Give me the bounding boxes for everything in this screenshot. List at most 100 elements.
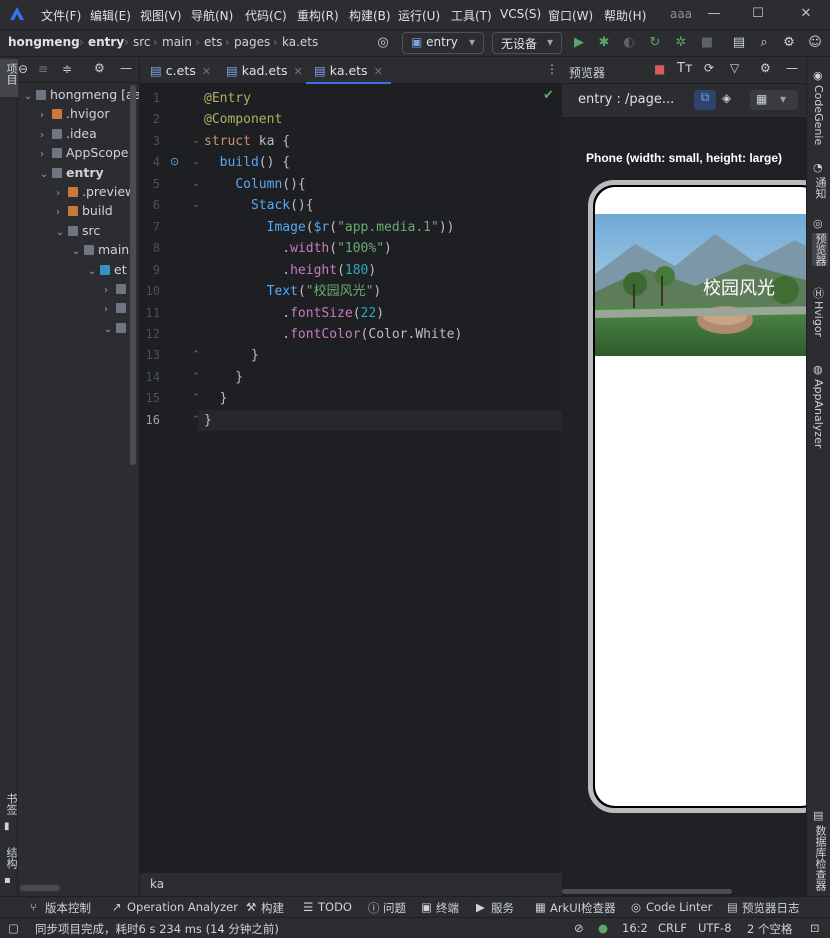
tree-item[interactable]: ⌄ main	[72, 240, 129, 259]
tree-item[interactable]: › build	[18, 201, 139, 222]
run-icon[interactable]: ▶	[570, 34, 588, 52]
right-tool-button[interactable]: Hvigor	[812, 301, 825, 337]
tree-h-scrollbar[interactable]	[20, 885, 60, 891]
tree-item[interactable]: ⌄ hongmeng [aa	[24, 85, 139, 106]
profile-icon[interactable]: ◐	[620, 34, 638, 52]
chevron-right-icon[interactable]: ›	[56, 203, 68, 222]
close-tab-icon[interactable]: ✕	[374, 65, 383, 78]
breadcrumb-item[interactable]: pages	[234, 35, 270, 49]
structure-tool-button[interactable]: 结构	[3, 847, 19, 869]
right-tool-button[interactable]: AppAnalyzer	[812, 379, 825, 448]
menu-item[interactable]: 构建(B)	[349, 7, 391, 24]
apply-changes-icon[interactable]: ↻	[646, 34, 664, 52]
tab-c-ets[interactable]: ▤ c.ets ✕	[142, 57, 219, 84]
collapse-all-icon[interactable]: ≑	[62, 62, 72, 76]
menu-item[interactable]: VCS(S)	[500, 7, 541, 21]
code-editor[interactable]: @Entry @Component struct ka { build() { Co…	[198, 84, 562, 896]
breadcrumb-item[interactable]: ets	[204, 35, 222, 49]
bottom-tool-button[interactable]: 终端	[436, 900, 459, 916]
bottom-tool-button[interactable]: 服务	[491, 900, 514, 916]
attach-debugger-icon[interactable]: ✲	[672, 34, 690, 52]
menu-item[interactable]: 视图(V)	[140, 7, 182, 24]
menu-item[interactable]: 代码(C)	[245, 7, 287, 24]
chevron-down-icon[interactable]: ⌄	[40, 165, 52, 184]
debug-icon[interactable]: ✱	[595, 34, 613, 52]
expand-all-icon[interactable]: ≡	[38, 62, 48, 76]
breadcrumb-item[interactable]: src	[133, 35, 151, 49]
code-line[interactable]: Stack(){	[204, 195, 314, 216]
file-encoding[interactable]: UTF-8	[698, 921, 732, 935]
refresh-icon[interactable]: ⟳	[704, 61, 714, 75]
options-gear-icon[interactable]: ⚙	[94, 61, 105, 75]
tree-item[interactable]: › .idea	[40, 124, 97, 143]
right-tool-button[interactable]: 预览器	[812, 233, 828, 266]
chevron-right-icon[interactable]: ›	[104, 300, 116, 319]
bottom-tool-button[interactable]: Code Linter	[646, 900, 712, 914]
bottom-tool-button[interactable]: Operation Analyzer	[127, 900, 238, 914]
run-config-select[interactable]: ▣ entry ▾	[402, 32, 484, 54]
hide-preview-icon[interactable]: —	[786, 61, 798, 75]
multi-device-select[interactable]: ▦ ▾	[750, 90, 798, 110]
preview-h-scrollbar[interactable]	[562, 889, 732, 894]
chevron-down-icon[interactable]: ⌄	[104, 320, 116, 339]
code-line[interactable]: }	[204, 345, 259, 366]
phone-screen[interactable]: 校园风光	[595, 187, 821, 806]
right-tool-button[interactable]: 数据库检查器	[812, 825, 828, 891]
maximize-icon[interactable]: ☐	[748, 4, 768, 24]
menu-item[interactable]: 帮助(H)	[604, 7, 646, 24]
caret-position[interactable]: 16:2	[622, 921, 648, 935]
bottom-tool-button[interactable]: ArkUI检查器	[550, 900, 616, 916]
close-tab-icon[interactable]: ✕	[202, 65, 211, 78]
code-line[interactable]: }	[204, 410, 212, 431]
tree-item[interactable]: › AppScope	[40, 143, 129, 162]
tab-ka-ets[interactable]: ▤ ka.ets ✕	[306, 57, 391, 84]
component-mode-icon[interactable]: ⧉	[694, 90, 716, 110]
code-line[interactable]: struct ka {	[204, 131, 290, 152]
code-line[interactable]: @Entry	[204, 88, 251, 109]
code-line[interactable]: }	[204, 367, 243, 388]
settings-icon[interactable]: ⚙	[780, 34, 798, 52]
tree-item[interactable]: ⌄ entry	[40, 163, 104, 182]
bottom-tool-button[interactable]: 构建	[261, 900, 284, 916]
right-tool-button[interactable]: 通知	[812, 177, 828, 199]
chevron-down-icon[interactable]: ⌄	[56, 223, 68, 242]
preview-settings-icon[interactable]: ⚙	[760, 61, 771, 75]
breadcrumb-item[interactable]: entry	[88, 35, 124, 49]
menu-item[interactable]: 文件(F)	[41, 7, 81, 24]
code-line[interactable]: Column(){	[204, 174, 305, 195]
code-line[interactable]: build() {	[204, 152, 290, 173]
chevron-down-icon[interactable]: ⌄	[72, 242, 84, 261]
code-line[interactable]: .width("100%")	[204, 238, 392, 259]
stop-preview-icon[interactable]: ■	[654, 62, 665, 76]
tab-menu-icon[interactable]: ⋮	[546, 62, 558, 76]
bottom-tool-button[interactable]: 版本控制	[45, 900, 91, 916]
menu-item[interactable]: 导航(N)	[191, 7, 233, 24]
tree-item[interactable]: ⌄	[104, 318, 130, 337]
chevron-down-icon[interactable]: ⌄	[88, 262, 100, 281]
device-select[interactable]: 无设备 ▾	[492, 32, 562, 54]
bottom-tool-button[interactable]: TODO	[318, 900, 352, 914]
tab-kad-ets[interactable]: ▤ kad.ets ✕	[218, 57, 311, 84]
target-icon[interactable]: ◎	[374, 34, 392, 52]
locate-icon[interactable]: ⊖	[18, 62, 28, 76]
layers-icon[interactable]: ◈	[722, 91, 731, 105]
menu-item[interactable]: 重构(R)	[297, 7, 339, 24]
connection-status-icon[interactable]: ●	[598, 921, 608, 935]
line-separator[interactable]: CRLF	[658, 921, 687, 935]
chevron-down-icon[interactable]: ⌄	[24, 87, 36, 106]
minimize-icon[interactable]: —	[704, 4, 724, 24]
project-tool-button[interactable]: 项目	[0, 59, 18, 97]
chevron-right-icon[interactable]: ›	[40, 106, 52, 125]
chevron-right-icon[interactable]: ›	[40, 145, 52, 164]
close-tab-icon[interactable]: ✕	[294, 65, 303, 78]
right-tool-button[interactable]: CodeGenie	[812, 85, 825, 145]
code-line[interactable]: Text("校园风光")	[204, 281, 382, 302]
code-line[interactable]: Image($r("app.media.1"))	[204, 217, 455, 238]
device-manager-icon[interactable]: ▤	[730, 34, 748, 52]
hide-icon[interactable]: ⊘	[574, 921, 584, 935]
code-line[interactable]: }	[204, 388, 228, 409]
implementation-gutter-icon[interactable]: ⊙	[170, 155, 179, 168]
code-line[interactable]: .fontSize(22)	[204, 303, 384, 324]
indent-setting[interactable]: 2 个空格	[747, 921, 792, 937]
status-message[interactable]: 同步项目完成，耗时6 s 234 ms (14 分钟之前)	[35, 921, 279, 937]
